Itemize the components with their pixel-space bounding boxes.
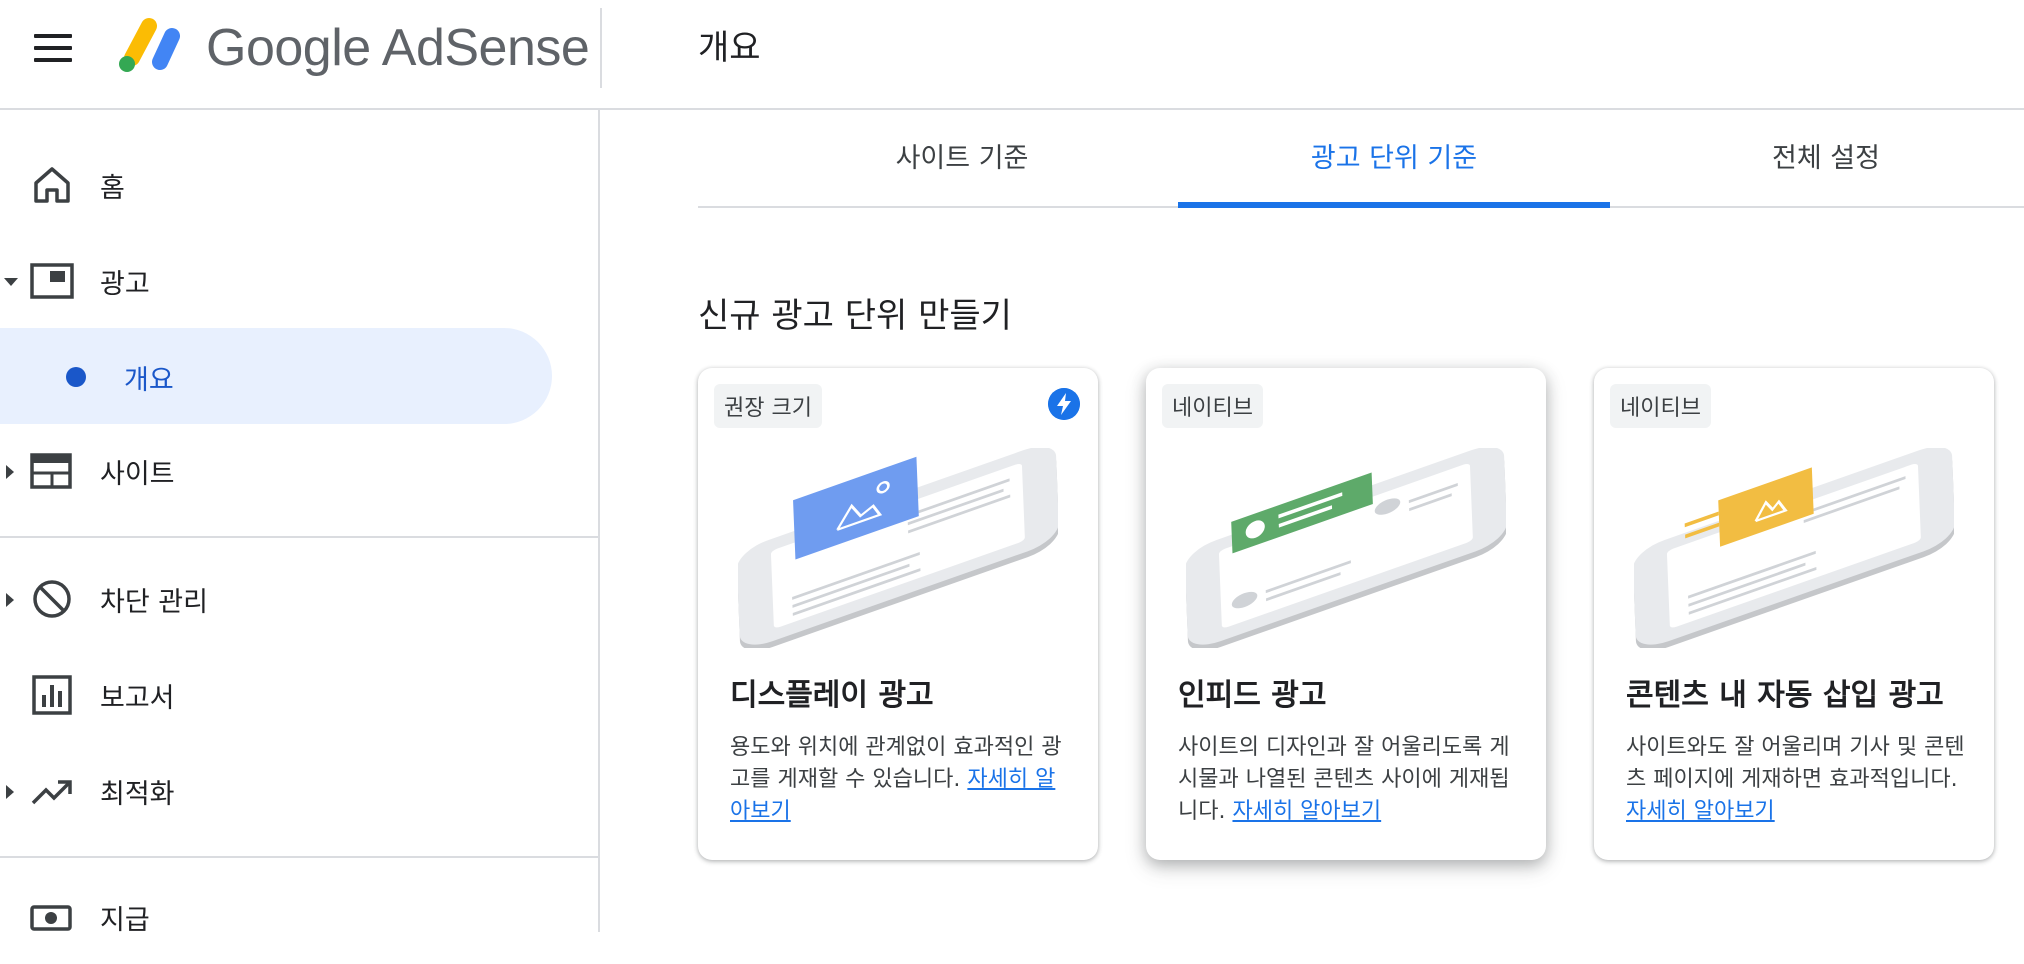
chevron-right-icon — [6, 785, 14, 799]
sidebar-item-label: 지급 — [100, 905, 150, 936]
in-article-ad-illustration — [1634, 448, 1954, 648]
header-divider — [600, 8, 602, 88]
card-description: 사이트의 디자인과 잘 어울리도록 게시물과 나열된 콘텐츠 사이에 게재됩니다… — [1178, 735, 1510, 824]
learn-more-link[interactable]: 자세히 알아보기 — [1232, 799, 1381, 824]
card-chip: 네이티브 — [1610, 384, 1711, 428]
card-chip: 권장 크기 — [714, 384, 822, 428]
display-ad-illustration — [738, 448, 1058, 648]
sidebar-item-label: 최적화 — [100, 779, 175, 810]
page-title: 개요 — [698, 28, 761, 68]
site-icon — [30, 453, 72, 489]
top-app-bar: Google AdSense 개요 — [0, 0, 2024, 110]
sidebar-item-ads[interactable]: 광고 — [0, 234, 560, 328]
card-title: 디스플레이 광고 — [730, 678, 934, 713]
sidebar-item-label: 사이트 — [100, 459, 175, 490]
chevron-right-icon — [6, 593, 14, 607]
payment-icon — [30, 905, 72, 931]
report-icon — [32, 675, 72, 715]
tab-bar: 사이트 기준 광고 단위 기준 전체 설정 — [698, 110, 2024, 208]
learn-more-link[interactable]: 자세히 알아보기 — [1626, 799, 1775, 824]
home-icon — [34, 167, 70, 203]
sidebar-item-reports[interactable]: 보고서 — [0, 648, 560, 742]
sidebar-divider — [0, 856, 600, 858]
bolt-icon — [1048, 388, 1080, 420]
sidebar-item-blocking[interactable]: 차단 관리 — [0, 552, 560, 646]
sidebar-item-label: 개요 — [124, 365, 174, 396]
in-feed-ads-card[interactable]: 네이티브 인피드 광고 사이트의 디자인과 잘 어울리도록 게시물과 나열된 콘… — [1146, 368, 1546, 860]
sidebar-item-overview[interactable]: 개요 — [0, 328, 552, 424]
tab-by-ad-unit[interactable]: 광고 단위 기준 — [1178, 110, 1610, 206]
ad-icon — [30, 263, 74, 299]
chevron-right-icon — [6, 465, 14, 479]
adsense-logo-icon — [119, 18, 180, 72]
tab-by-site[interactable]: 사이트 기준 — [746, 110, 1178, 206]
sidebar-item-label: 광고 — [100, 269, 150, 300]
card-title: 콘텐츠 내 자동 삽입 광고 — [1626, 678, 1944, 713]
app-logo-text: Google AdSense — [206, 19, 590, 77]
menu-icon[interactable] — [34, 34, 74, 66]
card-description: 용도와 위치에 관계없이 효과적인 광고를 게재할 수 있습니다. 자세히 알아… — [730, 735, 1062, 824]
tab-global-settings[interactable]: 전체 설정 — [1610, 110, 2024, 206]
card-chip: 네이티브 — [1162, 384, 1263, 428]
sidebar-item-payments[interactable]: 지급 — [0, 870, 560, 964]
selected-dot-icon — [66, 367, 86, 387]
sidebar-item-home[interactable]: 홈 — [0, 138, 560, 232]
sidebar-item-label: 보고서 — [100, 683, 175, 714]
sidebar-item-sites[interactable]: 사이트 — [0, 424, 560, 518]
in-feed-ad-illustration — [1186, 448, 1506, 648]
in-article-ads-card[interactable]: 네이티브 콘텐츠 내 자동 삽입 광고 사이트와도 잘 어울리며 기사 및 콘텐… — [1594, 368, 1994, 860]
card-description: 사이트와도 잘 어울리며 기사 및 콘텐츠 페이지에 게재하면 효과적입니다. … — [1626, 735, 1965, 824]
sidebar: 홈 광고 개요 사이트 차단 관리 보고서 최적화 지급 — [0, 110, 600, 936]
chevron-down-icon — [4, 278, 18, 286]
sidebar-item-optimization[interactable]: 최적화 — [0, 744, 560, 838]
card-title: 인피드 광고 — [1178, 678, 1327, 713]
section-title: 신규 광고 단위 만들기 — [698, 296, 1012, 336]
sidebar-item-label: 차단 관리 — [100, 587, 208, 618]
active-tab-indicator — [1178, 202, 1610, 208]
sidebar-item-label: 홈 — [100, 173, 125, 204]
block-icon — [33, 580, 71, 618]
sidebar-divider — [0, 536, 600, 538]
trending-up-icon — [31, 780, 72, 805]
display-ads-card[interactable]: 권장 크기 디스플레이 광고 용도와 위치에 관계없이 효과적인 광고를 게재할… — [698, 368, 1098, 860]
